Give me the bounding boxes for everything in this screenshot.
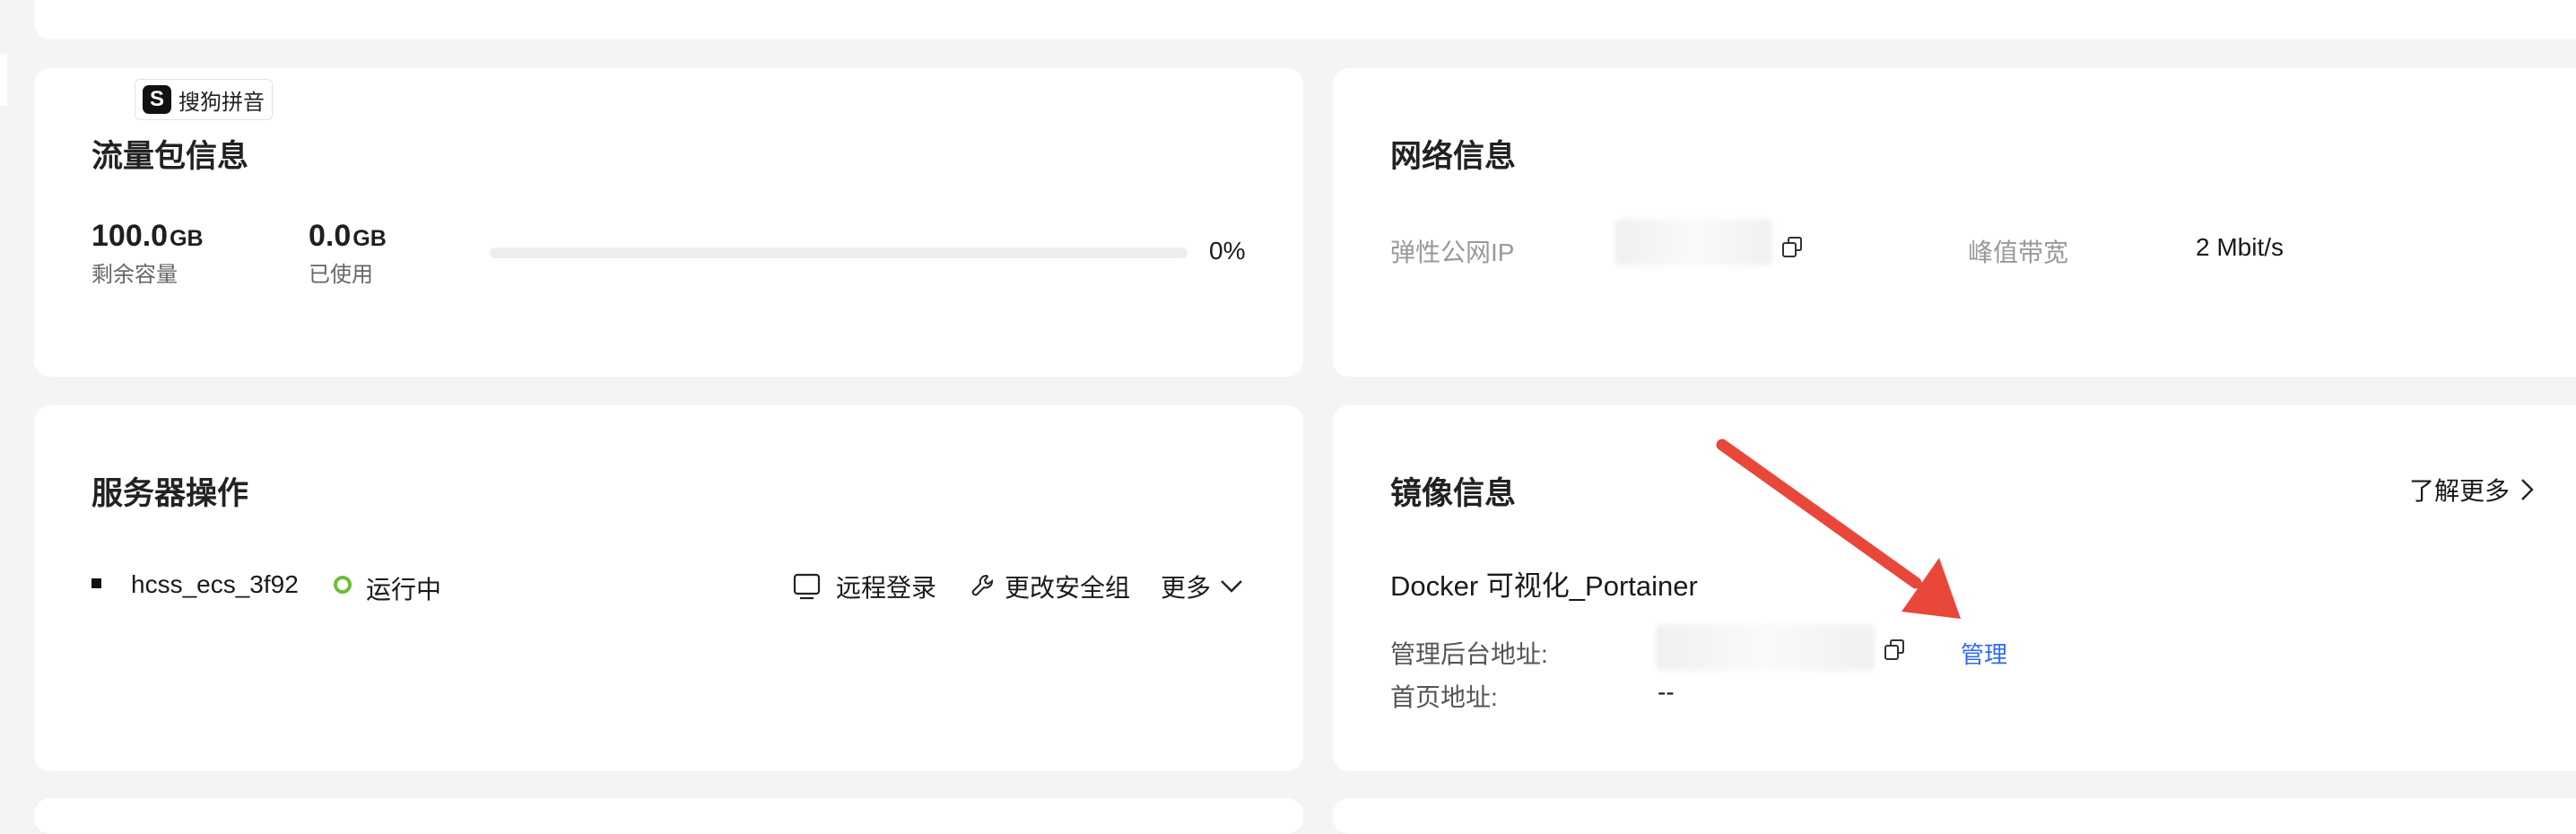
remaining-value: 100.0 <box>91 219 169 253</box>
bottom-card-right <box>1333 798 2576 834</box>
bottom-card-left <box>34 798 1303 834</box>
status-running-icon <box>334 576 352 594</box>
learn-more-link[interactable]: 了解更多 <box>2409 472 2535 508</box>
copy-icon[interactable] <box>1781 236 1805 259</box>
usage-progress-bar <box>490 248 1188 258</box>
server-bullet <box>91 578 101 588</box>
remote-login-button[interactable]: 远程登录 <box>793 569 936 604</box>
sogou-icon: S <box>143 85 171 114</box>
used-capacity: 0.0GB <box>309 219 387 254</box>
collapse-handle[interactable] <box>0 54 7 106</box>
learn-more-label: 了解更多 <box>2409 477 2511 505</box>
change-security-group-button[interactable]: 更改安全组 <box>970 569 1130 604</box>
top-card <box>34 0 2576 39</box>
image-name: Docker 可视化_Portainer <box>1390 570 1698 602</box>
manage-link[interactable]: 管理 <box>1961 637 2007 670</box>
status-badge: 运行中 <box>366 576 442 604</box>
copy-icon[interactable] <box>1884 639 1907 662</box>
network-title: 网络信息 <box>1390 139 1517 174</box>
ime-badge: S 搜狗拼音 <box>135 79 273 120</box>
ime-badge-label: 搜狗拼音 <box>178 90 265 115</box>
more-dropdown[interactable]: 更多 <box>1161 569 1243 604</box>
remaining-capacity: 100.0GB <box>91 219 204 254</box>
chevron-right-icon <box>2521 479 2534 500</box>
image-info-title: 镜像信息 <box>1390 476 1517 511</box>
usage-percent: 0% <box>1209 237 1246 265</box>
admin-url-label: 管理后台地址: <box>1390 640 1548 668</box>
remaining-unit: GB <box>170 226 204 251</box>
monitor-icon <box>793 573 821 600</box>
public-ip-label: 弹性公网IP <box>1390 239 1515 266</box>
server-ops-title: 服务器操作 <box>91 476 249 511</box>
homepage-value: -- <box>1658 678 1675 706</box>
used-unit: GB <box>352 226 387 251</box>
remote-login-label: 远程登录 <box>836 574 937 602</box>
wrench-icon <box>971 575 993 596</box>
bandwidth-label: 峰值带宽 <box>1968 239 2069 266</box>
more-label: 更多 <box>1161 574 1212 602</box>
network-card <box>1333 68 2576 377</box>
homepage-label: 首页地址: <box>1390 683 1498 711</box>
bandwidth-value: 2 Mbit/s <box>2196 233 2284 261</box>
traffic-title: 流量包信息 <box>91 139 249 174</box>
admin-url-value-redacted <box>1656 624 1875 671</box>
chevron-down-icon <box>1221 580 1242 593</box>
remaining-label: 剩余容量 <box>91 263 178 287</box>
used-label: 已使用 <box>309 263 373 287</box>
public-ip-value-redacted <box>1614 219 1772 265</box>
used-value: 0.0 <box>309 219 352 253</box>
server-name: hcss_ecs_3f92 <box>131 570 299 598</box>
change-security-group-label: 更改安全组 <box>1005 574 1131 602</box>
